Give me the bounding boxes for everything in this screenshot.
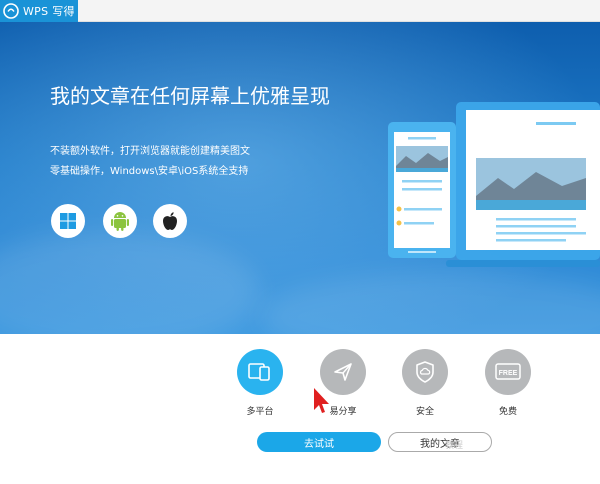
feature-multi-platform[interactable]: [237, 349, 283, 395]
svg-text:FREE: FREE: [499, 370, 518, 377]
cloud-decoration: [260, 272, 600, 334]
android-platform[interactable]: [103, 204, 137, 238]
free-tag-icon: FREE: [495, 363, 521, 380]
app-brand: WPS 写得: [23, 5, 75, 18]
device-illustration: [388, 102, 600, 267]
try-button[interactable]: 去试试: [257, 432, 381, 452]
apple-platform[interactable]: [153, 204, 187, 238]
hero-subtitle-2: 零基础操作，Windows\安卓\iOS系统全支持: [50, 166, 249, 177]
feature-label: 多平台: [246, 407, 274, 417]
cloud-decoration: [0, 232, 260, 334]
wps-logo[interactable]: WPS 写得: [0, 0, 78, 22]
feature-security[interactable]: [402, 349, 448, 395]
feature-label: 安全: [415, 407, 434, 417]
apple-icon: [163, 212, 177, 230]
windows-icon: [60, 213, 76, 229]
feature-free[interactable]: FREE: [485, 349, 531, 395]
hero-headline: 我的文章在任何屏幕上优雅呈现: [50, 84, 330, 108]
android-icon: [111, 212, 129, 231]
wps-logo-icon: [3, 3, 19, 19]
my-articles-button[interactable]: 我的文章: [388, 432, 492, 452]
annotation-arrow-icon: [314, 388, 329, 413]
title-bar: WPS 写得: [0, 0, 600, 22]
feature-label: 免费: [498, 407, 517, 417]
windows-platform[interactable]: [51, 204, 85, 238]
watermark-text: 教程: [445, 441, 464, 451]
paper-plane-icon: [334, 363, 352, 381]
hero-subtitle-1: 不装额外软件，打开浏览器就能创建精美图文: [50, 146, 250, 157]
shield-cloud-icon: [416, 361, 434, 383]
multi-device-icon: [248, 363, 270, 381]
